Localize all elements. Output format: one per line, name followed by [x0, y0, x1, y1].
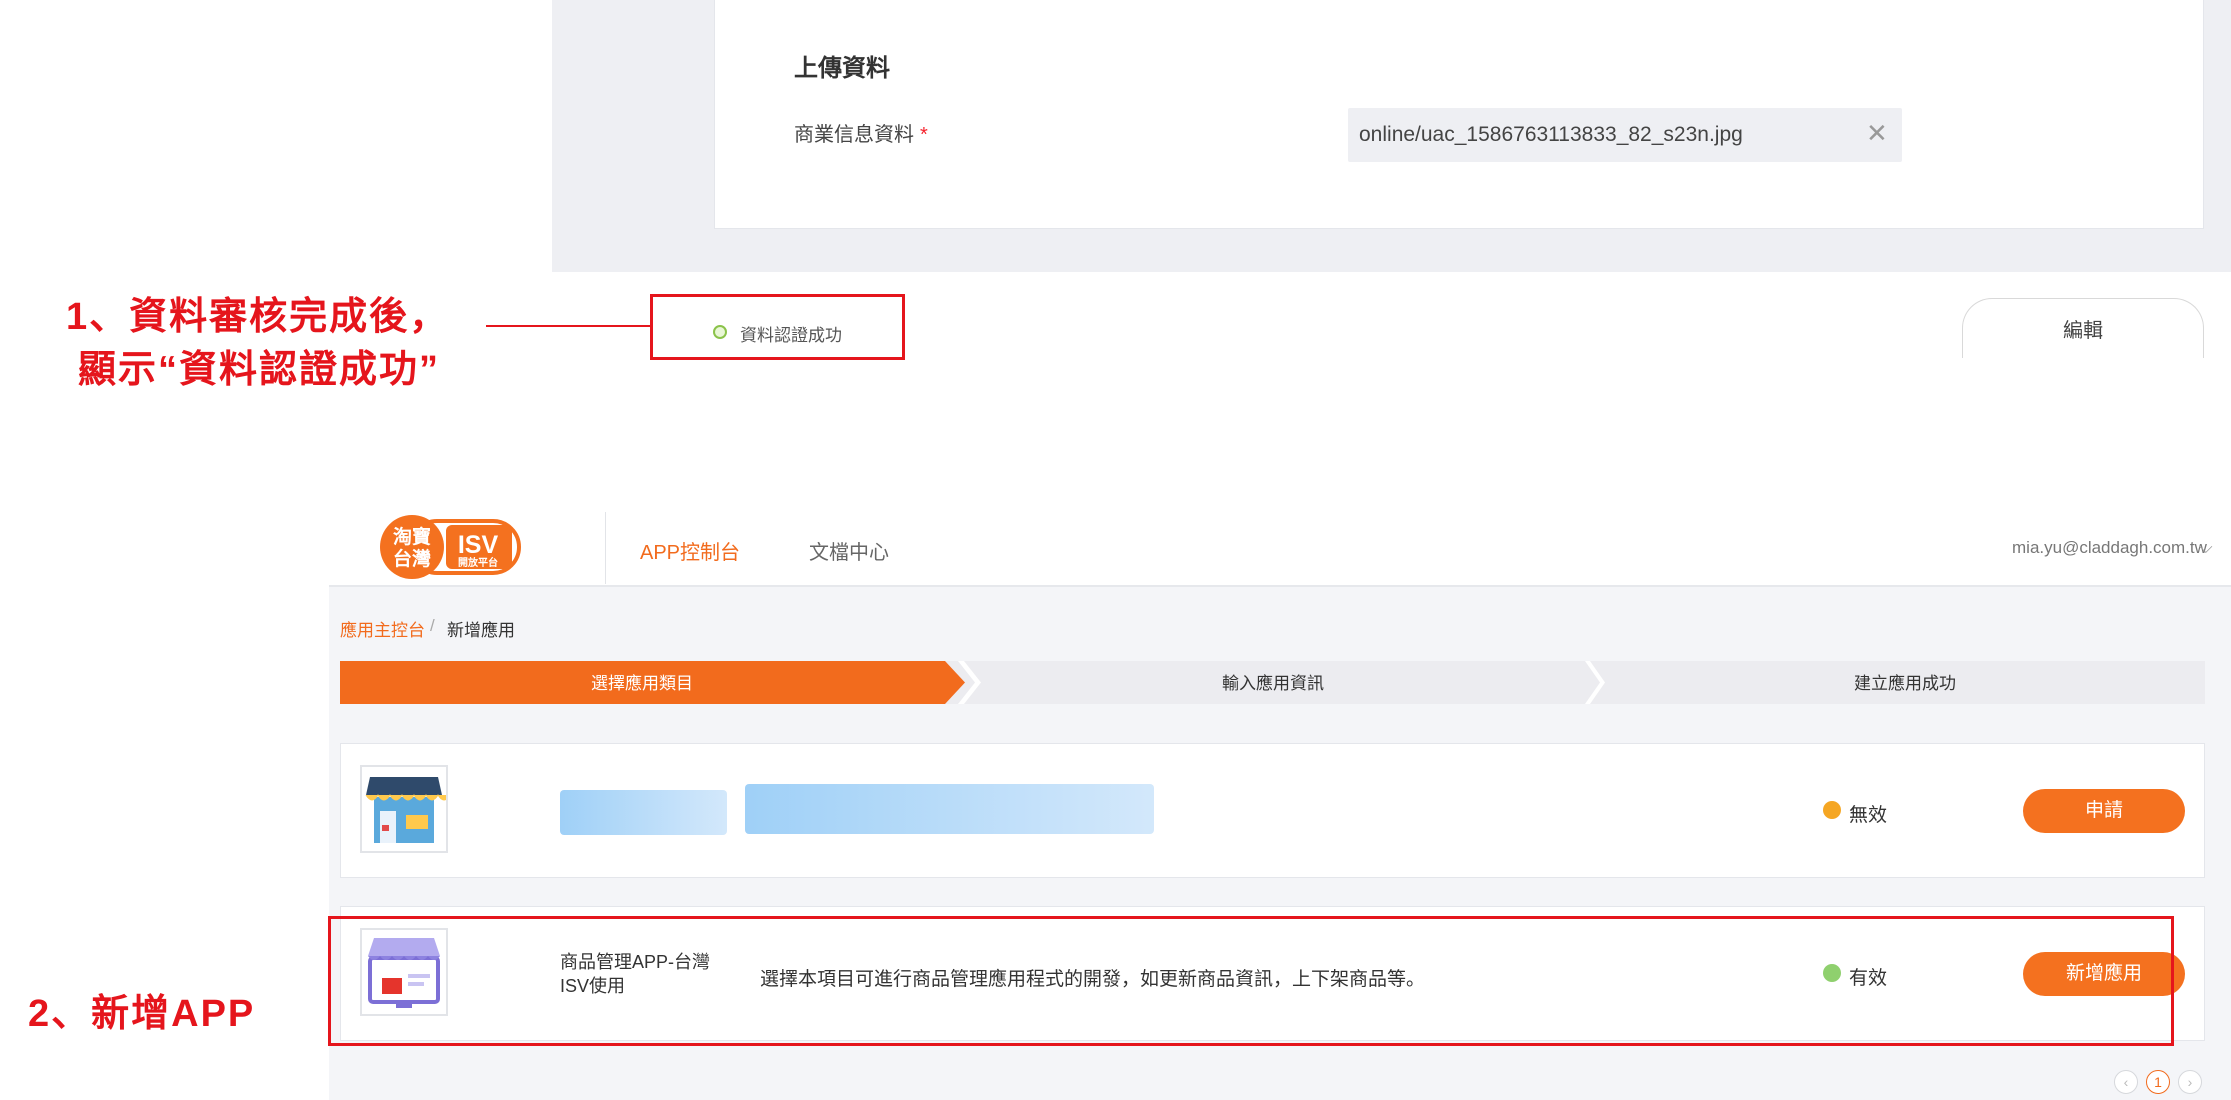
logo-text-top: 淘寶 [393, 525, 431, 548]
status-dot-icon [713, 325, 727, 339]
edit-button[interactable]: 編輯 [1962, 298, 2204, 358]
status-invalid-dot-icon [1823, 801, 1841, 819]
app-status-invalid: 無效 [1849, 805, 1888, 826]
logo-text-bottom: 台灣 [393, 547, 431, 570]
required-mark: * [920, 124, 928, 146]
storefront-icon [360, 765, 451, 853]
user-email[interactable]: mia.yu@claddagh.com.tw [2012, 538, 2207, 558]
top-navbar [329, 508, 2231, 587]
pagination-page-1[interactable]: 1 [2146, 1070, 2170, 1094]
apply-button[interactable]: 申請 [2023, 789, 2185, 833]
step-1-label: 選擇應用類目 [591, 673, 693, 694]
logo-sub-text: 開放平台 [458, 556, 498, 569]
redacted-app-name [560, 790, 727, 835]
breadcrumb-home[interactable]: 應用主控台 [340, 616, 425, 641]
nav-item-app-console[interactable]: APP控制台 [640, 536, 740, 565]
breadcrumb-current: 新增應用 [447, 621, 515, 640]
taobao-isv-logo[interactable]: 淘寶 台灣 ISV 開放平台 [378, 513, 524, 581]
redacted-app-description [745, 784, 1154, 834]
annotation-step-2: 2、新增APP [28, 993, 256, 1035]
logo-isv-text: ISV [458, 531, 499, 559]
step-progress-bar: 選擇應用類目 輸入應用資訊 建立應用成功 [340, 661, 2205, 704]
annotation-step-1-line-2: 顯示“資料認證成功” [78, 349, 441, 391]
uploaded-file-name: online/uac_1586763113833_82_s23n.jpg [1359, 123, 1743, 146]
annotation-highlight-new-app [328, 916, 2174, 1046]
step-2-label: 輸入應用資訊 [1222, 673, 1324, 694]
close-icon[interactable]: ✕ [1866, 120, 1888, 146]
nav-item-docs[interactable]: 文檔中心 [809, 536, 889, 565]
business-info-label: 商業信息資料 * [794, 118, 928, 147]
pagination-prev-button[interactable]: ‹ [2114, 1070, 2138, 1094]
annotation-step-1-line-1: 1、資料審核完成後， [66, 296, 450, 338]
chevron-down-icon[interactable]: ⌵ [2199, 537, 2213, 558]
verification-status-text: 資料認證成功 [740, 326, 842, 345]
breadcrumb-separator: / [430, 616, 435, 635]
annotation-connector-line [486, 325, 650, 327]
nav-divider [605, 512, 606, 584]
upload-section-title: 上傳資料 [794, 55, 890, 82]
pagination-next-button[interactable]: › [2178, 1070, 2202, 1094]
business-info-label-text: 商業信息資料 [794, 124, 914, 146]
step-3-label: 建立應用成功 [1854, 673, 1956, 694]
